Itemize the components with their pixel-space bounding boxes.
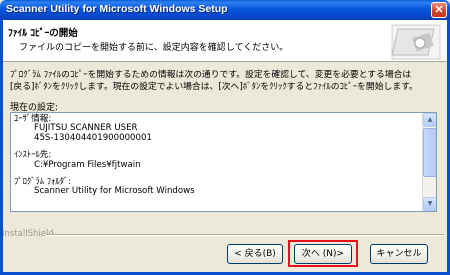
header-title: ﾌｧｲﾙ ｺﾋﾟｰの開始 xyxy=(8,28,78,39)
scroll-down-icon[interactable]: ▼ xyxy=(423,197,436,211)
settings-textbox[interactable]: ﾕｰｻﾞ情報: FUJITSU SCANNER USER 45S-1304044… xyxy=(10,112,437,212)
install-path: C:¥Program Files¥fjtwain xyxy=(34,159,141,170)
separator xyxy=(46,234,444,236)
scroll-up-icon[interactable]: ▲ xyxy=(423,113,436,127)
highlight-box xyxy=(288,240,358,267)
settings-content: ﾕｰｻﾞ情報: FUJITSU SCANNER USER 45S-1304044… xyxy=(14,114,419,197)
install-icon xyxy=(391,24,441,60)
back-button[interactable]: < 戻る(B) xyxy=(227,244,283,264)
description-line: ﾌﾟﾛｸﾞﾗﾑ ﾌｧｲﾙのｺﾋﾟｰを開始するための情報は次の通りです。設定を確認… xyxy=(10,70,412,80)
scroll-thumb[interactable] xyxy=(423,128,436,177)
cancel-button[interactable]: キャンセル xyxy=(370,244,428,264)
window-title: Scanner Utility for Microsoft Windows Se… xyxy=(6,3,228,15)
description-line: [戻る]ﾎﾞﾀﾝをｸﾘｯｸします。現在の設定でよい場合は、[次へ]ﾎﾞﾀﾝをｸﾘ… xyxy=(10,82,418,92)
close-button[interactable]: ✕ xyxy=(431,2,447,18)
program-folder-name: Scanner Utility for Microsoft Windows xyxy=(34,186,195,197)
serial-number: 45S-130404401900000001 xyxy=(34,132,152,143)
header-subtitle: ファイルのコピーを開始する前に、設定内容を確認してください。 xyxy=(19,43,289,53)
description-text: ﾌﾟﾛｸﾞﾗﾑ ﾌｧｲﾙのｺﾋﾟｰを開始するための情報は次の通りです。設定を確認… xyxy=(10,69,440,93)
vertical-scrollbar[interactable]: ▲ ▼ xyxy=(422,113,436,211)
wizard-header: ﾌｧｲﾙ ｺﾋﾟｰの開始 ファイルのコピーを開始する前に、設定内容を確認してくだ… xyxy=(0,20,450,62)
title-bar[interactable]: Scanner Utility for Microsoft Windows Se… xyxy=(0,0,450,20)
